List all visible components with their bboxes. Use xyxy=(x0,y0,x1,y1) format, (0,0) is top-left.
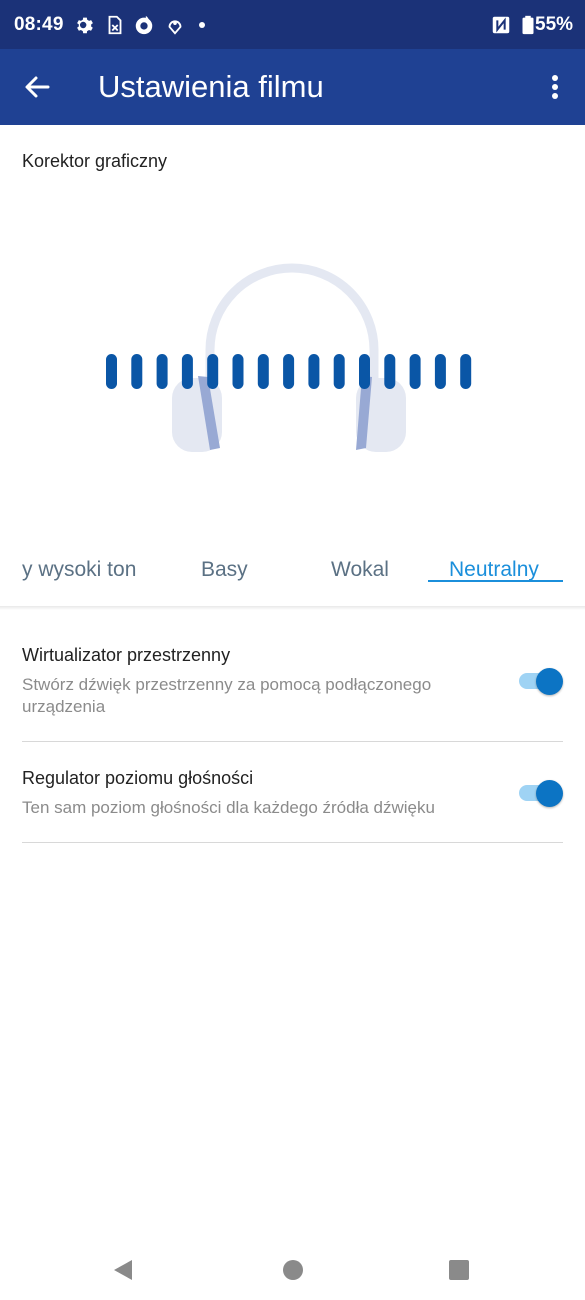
tab-neutral[interactable]: Neutralny xyxy=(449,558,539,582)
equalizer-bars xyxy=(106,354,472,389)
equalizer-bar xyxy=(156,354,168,389)
sim-card-icon xyxy=(108,15,122,35)
equalizer-bar xyxy=(106,354,117,389)
setting-volume-leveler[interactable]: Regulator poziomu głośności Ten sam pozi… xyxy=(22,768,563,819)
setting-subtitle: Stwórz dźwięk przestrzenny za pomocą pod… xyxy=(22,675,432,716)
setting-surround-virtualizer[interactable]: Wirtualizator przestrzenny Stwórz dźwięk… xyxy=(22,645,563,718)
tab-bass[interactable]: Basy xyxy=(201,558,248,582)
app-bar: Ustawienia filmu xyxy=(0,49,585,125)
equalizer-bar xyxy=(232,354,244,389)
location-pin-icon xyxy=(168,20,182,35)
nfc-icon xyxy=(492,16,510,34)
toggle-knob xyxy=(536,780,563,807)
equalizer-bar xyxy=(409,354,421,389)
toggle-knob xyxy=(536,668,563,695)
equalizer-bar xyxy=(434,354,446,389)
volume-leveler-toggle[interactable] xyxy=(519,780,563,807)
setting-title: Wirtualizator przestrzenny xyxy=(22,645,231,665)
tabs-divider xyxy=(0,606,585,610)
equalizer-preset-tabs: y wysoki ton Basy Wokal Neutralny xyxy=(0,548,585,593)
more-vertical-icon[interactable] xyxy=(538,67,572,107)
equalizer-bar xyxy=(333,354,345,389)
equalizer-bar xyxy=(384,354,396,389)
headphones-equalizer-illustration xyxy=(106,263,472,452)
home-circle-icon[interactable] xyxy=(279,1256,307,1284)
status-time: 08:49 xyxy=(14,14,64,35)
equalizer-bar xyxy=(308,354,320,389)
surround-virtualizer-toggle[interactable] xyxy=(519,668,563,695)
system-nav-bar xyxy=(0,1240,585,1300)
settings-divider xyxy=(22,842,563,843)
page-title: Ustawienia filmu xyxy=(98,69,324,104)
equalizer-section-label: Korektor graficzny xyxy=(22,151,168,171)
setting-subtitle: Ten sam poziom głośności dla każdego źró… xyxy=(22,798,435,817)
tab-vocal[interactable]: Wokal xyxy=(331,558,389,582)
firefox-icon xyxy=(135,15,153,35)
back-triangle-icon[interactable] xyxy=(110,1256,138,1284)
battery-percent: 55% xyxy=(535,14,574,35)
notification-dot-icon xyxy=(199,22,205,28)
tab-treble[interactable]: y wysoki ton xyxy=(22,558,136,582)
recents-square-icon[interactable] xyxy=(445,1256,473,1284)
equalizer-bar xyxy=(181,354,193,389)
active-tab-indicator xyxy=(428,580,563,582)
equalizer-bar xyxy=(207,354,219,389)
equalizer-bar xyxy=(460,354,472,389)
equalizer-bar xyxy=(131,354,143,389)
setting-title: Regulator poziomu głośności xyxy=(22,768,254,788)
arrow-left-icon[interactable] xyxy=(18,67,58,107)
settings-divider xyxy=(22,741,563,742)
settings-icon xyxy=(77,17,93,34)
status-bar: 08:49 55% xyxy=(0,0,585,49)
equalizer-bar xyxy=(283,354,295,389)
equalizer-bar xyxy=(359,354,370,389)
equalizer-bar xyxy=(257,354,269,389)
